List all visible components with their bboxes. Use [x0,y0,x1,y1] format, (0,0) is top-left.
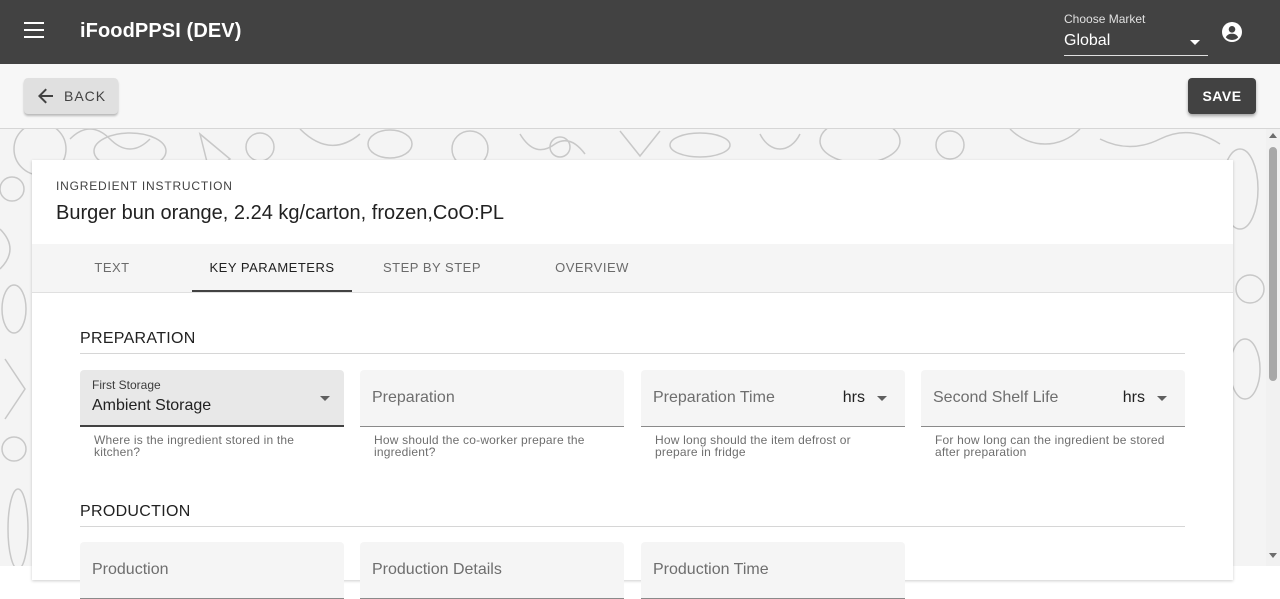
tab-overview[interactable]: OVERVIEW [512,244,672,292]
chevron-down-icon[interactable] [877,396,887,401]
app-bar: iFoodPPSI (DEV) Choose Market Global [0,0,1280,64]
chevron-down-icon [320,396,330,401]
section-title-preparation: PREPARATION [80,330,196,347]
production-details-input[interactable]: Production Details [360,542,624,599]
back-button[interactable]: BACK [24,78,118,114]
chevron-down-icon [1190,40,1200,45]
first-storage-select[interactable]: First Storage Ambient Storage [80,370,344,427]
save-button-label: SAVE [1202,88,1242,104]
preparation-input[interactable]: Preparation [360,370,624,427]
save-button[interactable]: SAVE [1188,78,1256,114]
preparation-time-helper: How long should the item defrost or prep… [655,433,851,459]
tab-key-parameters[interactable]: KEY PARAMETERS [192,244,352,292]
menu-icon[interactable] [24,22,46,42]
back-button-label: BACK [64,88,107,104]
scroll-up-arrow-icon[interactable] [1269,133,1277,138]
second-shelf-life-placeholder: Second Shelf Life [933,389,1059,406]
card-overline: INGREDIENT INSTRUCTION [56,179,233,193]
tab-text[interactable]: TEXT [32,244,192,292]
market-select-value: Global [1064,32,1111,49]
section-divider [80,353,1185,354]
second-shelf-life-helper: For how long can the ingredient be store… [935,433,1165,459]
tab-step-by-step[interactable]: STEP BY STEP [352,244,512,292]
preparation-placeholder: Preparation [372,389,455,406]
active-tab-indicator [192,290,352,292]
production-time-placeholder: Production Time [653,561,769,578]
app-title: iFoodPPSI (DEV) [80,20,242,42]
ingredient-instruction-card: INGREDIENT INSTRUCTION Burger bun orange… [32,160,1233,599]
production-details-placeholder: Production Details [372,561,502,578]
preparation-time-unit-select[interactable]: hrs [843,389,865,407]
page-toolbar: BACK SAVE [0,64,1280,129]
preparation-time-input[interactable]: Preparation Time hrs [641,370,905,427]
arrow-back-icon [38,88,53,104]
section-divider [80,526,1185,527]
chevron-down-icon[interactable] [1157,396,1167,401]
production-time-input[interactable]: Production Time [641,542,905,599]
market-select[interactable]: Global [1064,29,1208,56]
second-shelf-life-input[interactable]: Second Shelf Life hrs [921,370,1185,427]
scrollbar-thumb[interactable] [1269,147,1277,381]
production-input[interactable]: Production [80,542,344,599]
ingredient-title: Burger bun orange, 2.24 kg/carton, froze… [56,202,505,224]
market-select-label: Choose Market [1064,12,1146,26]
first-storage-label: First Storage [92,378,161,392]
scroll-down-arrow-icon[interactable] [1269,553,1277,558]
first-storage-value: Ambient Storage [92,397,212,414]
preparation-time-placeholder: Preparation Time [653,389,775,406]
production-placeholder: Production [92,561,169,578]
section-title-production: PRODUCTION [80,503,191,520]
first-storage-helper: Where is the ingredient stored in the ki… [94,433,295,459]
second-shelf-life-unit-select[interactable]: hrs [1123,389,1145,407]
tab-bar: TEXT KEY PARAMETERS STEP BY STEP OVERVIE… [32,244,1233,293]
page-scrollbar[interactable] [1266,129,1280,566]
preparation-helper: How should the co-worker prepare the ing… [374,433,585,459]
account-circle-icon[interactable] [1222,22,1242,42]
